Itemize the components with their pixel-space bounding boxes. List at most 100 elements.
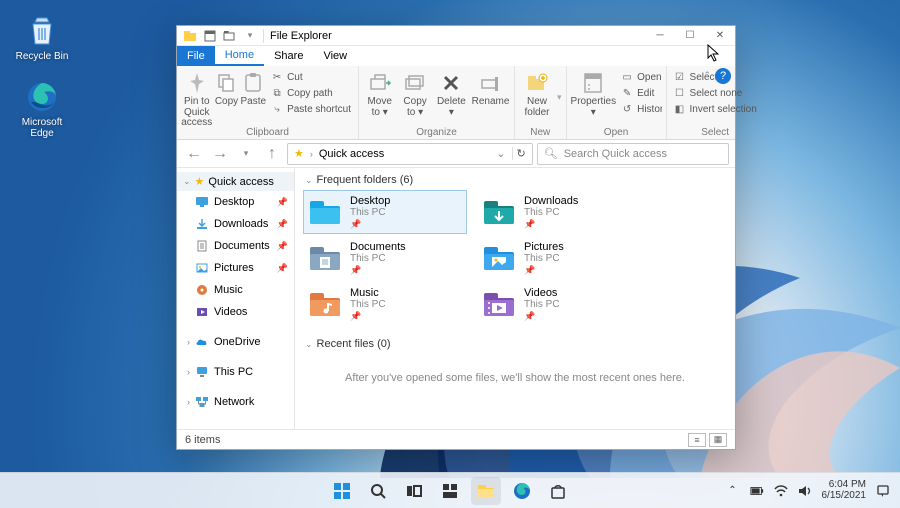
sidebar-item-pictures[interactable]: Pictures📌	[177, 257, 294, 279]
music-icon	[195, 283, 209, 297]
tray-battery-icon[interactable]	[750, 484, 764, 498]
taskbar-edge[interactable]	[507, 477, 537, 505]
tray-clock[interactable]: 6:04 PM 6/15/2021	[822, 480, 867, 501]
tab-home[interactable]: Home	[215, 46, 264, 66]
copy-to-button[interactable]: Copy to ▾	[398, 69, 431, 118]
taskbar-store[interactable]	[543, 477, 573, 505]
tray-notifications-icon[interactable]	[876, 484, 890, 498]
sidebar-item-downloads[interactable]: Downloads📌	[177, 213, 294, 235]
open-icon: ▭	[621, 71, 633, 83]
view-details-button[interactable]: ≡	[688, 433, 706, 447]
sidebar-item-music[interactable]: Music	[177, 279, 294, 301]
invert-selection-button[interactable]: ◧Invert selection	[671, 102, 760, 116]
pin-to-quick-access-button[interactable]: Pin to Quick access	[181, 69, 213, 126]
tab-file[interactable]: File	[177, 46, 215, 66]
maximize-button[interactable]: ☐	[675, 26, 705, 46]
new-folder-button[interactable]: New folder	[519, 69, 555, 118]
widgets-button[interactable]	[435, 477, 465, 505]
onedrive-icon	[195, 335, 209, 349]
desktop-icon-recycle-bin[interactable]: Recycle Bin	[12, 14, 72, 62]
move-to-button[interactable]: Move to ▾	[363, 69, 396, 118]
select-all-icon: ☑	[674, 71, 686, 83]
new-folder-icon	[525, 71, 549, 95]
back-button[interactable]: ←	[183, 143, 205, 165]
collapse-ribbon-icon[interactable]: ⌃	[703, 70, 711, 81]
view-large-icons-button[interactable]: ▦	[709, 433, 727, 447]
qat-new-folder-icon[interactable]	[223, 29, 237, 43]
qat-properties-icon[interactable]	[203, 29, 217, 43]
refresh-button[interactable]: ↻	[512, 147, 526, 160]
tray-wifi-icon[interactable]	[774, 484, 788, 498]
folder-tile-documents[interactable]: DocumentsThis PC📌	[303, 236, 467, 280]
window-title: File Explorer	[264, 30, 645, 42]
folder-tile-videos[interactable]: VideosThis PC📌	[477, 282, 641, 326]
address-bar[interactable]: ★ › Quick access ⌄ ↻	[287, 143, 533, 165]
recent-locations-button[interactable]: ▾	[235, 143, 257, 165]
help-button[interactable]: ?	[715, 68, 731, 84]
pin-icon: 📌	[277, 241, 288, 252]
copy-path-button[interactable]: ⧉Copy path	[268, 86, 354, 100]
folder-tile-pictures[interactable]: PicturesThis PC📌	[477, 236, 641, 280]
new-item-dropdown[interactable]: ▾	[557, 92, 562, 103]
copy-button[interactable]: Copy	[215, 69, 239, 108]
chevron-down-icon: ⌄	[305, 339, 313, 350]
paste-shortcut-button[interactable]: ⤷Paste shortcut	[268, 102, 354, 116]
edit-button[interactable]: ✎Edit	[618, 86, 661, 100]
tab-share[interactable]: Share	[264, 46, 313, 66]
sidebar-item-videos[interactable]: Videos	[177, 301, 294, 323]
up-button[interactable]: ↑	[261, 143, 283, 165]
pin-icon	[185, 71, 209, 95]
paste-button[interactable]: Paste	[241, 69, 267, 108]
taskbar-file-explorer[interactable]	[471, 477, 501, 505]
tray-chevron-icon[interactable]: ⌃	[726, 484, 740, 498]
cut-button[interactable]: ✂Cut	[268, 70, 354, 84]
delete-button[interactable]: Delete ▾	[434, 69, 469, 118]
close-button[interactable]: ✕	[705, 26, 735, 46]
pin-icon: 📌	[277, 219, 288, 230]
sidebar-onedrive[interactable]: ›OneDrive	[177, 331, 294, 353]
star-icon: ★	[294, 147, 304, 160]
recent-files-header[interactable]: ⌄Recent files (0)	[295, 332, 735, 352]
group-label-clipboard: Clipboard	[181, 126, 354, 138]
invert-selection-icon: ◧	[674, 103, 686, 115]
search-button[interactable]	[363, 477, 393, 505]
search-box[interactable]: 🔍︎ Search Quick access	[537, 143, 729, 165]
tray-volume-icon[interactable]	[798, 484, 812, 498]
documents-icon	[195, 239, 209, 253]
status-bar: 6 items ≡ ▦	[177, 429, 735, 449]
move-to-icon	[368, 71, 392, 95]
file-explorer-window: ▾ File Explorer ─ ☐ ✕ File Home Share Vi…	[176, 25, 736, 450]
open-button[interactable]: ▭Open ▾	[618, 70, 661, 84]
copy-icon	[215, 71, 239, 95]
minimize-button[interactable]: ─	[645, 26, 675, 46]
frequent-folders-header[interactable]: ⌄Frequent folders (6)	[295, 168, 735, 188]
copy-path-icon: ⧉	[271, 87, 283, 99]
start-button[interactable]	[327, 477, 357, 505]
qat-dropdown-icon[interactable]: ▾	[243, 29, 257, 43]
sidebar-network[interactable]: ›Network	[177, 391, 294, 413]
rename-button[interactable]: Rename	[471, 69, 510, 108]
group-label-new: New	[519, 126, 562, 138]
paste-shortcut-icon: ⤷	[271, 103, 283, 115]
sidebar-this-pc[interactable]: ›This PC	[177, 361, 294, 383]
task-view-button[interactable]	[399, 477, 429, 505]
select-none-button[interactable]: ☐Select none	[671, 86, 760, 100]
properties-button[interactable]: Properties ▾	[571, 69, 617, 118]
system-tray: ⌃ 6:04 PM 6/15/2021	[726, 480, 900, 501]
folder-tile-desktop[interactable]: DesktopThis PC📌	[303, 190, 467, 234]
sidebar-item-desktop[interactable]: Desktop📌	[177, 191, 294, 213]
nav-sidebar: ⌄★Quick access Desktop📌 Downloads📌 Docum…	[177, 168, 295, 429]
folder-tile-music[interactable]: MusicThis PC📌	[303, 282, 467, 326]
sidebar-quick-access[interactable]: ⌄★Quick access	[177, 172, 294, 191]
delete-icon	[439, 71, 463, 95]
desktop-icon-label: Recycle Bin	[12, 51, 72, 62]
pictures-icon	[195, 261, 209, 275]
folder-tile-downloads[interactable]: DownloadsThis PC📌	[477, 190, 641, 234]
history-button[interactable]: ↺History	[618, 102, 661, 116]
desktop-icon-edge[interactable]: Microsoft Edge	[12, 80, 72, 139]
forward-button[interactable]: →	[209, 143, 231, 165]
address-dropdown-icon[interactable]: ⌄	[496, 147, 505, 160]
taskbar: ⌃ 6:04 PM 6/15/2021	[0, 472, 900, 508]
sidebar-item-documents[interactable]: Documents📌	[177, 235, 294, 257]
tab-view[interactable]: View	[313, 46, 357, 66]
